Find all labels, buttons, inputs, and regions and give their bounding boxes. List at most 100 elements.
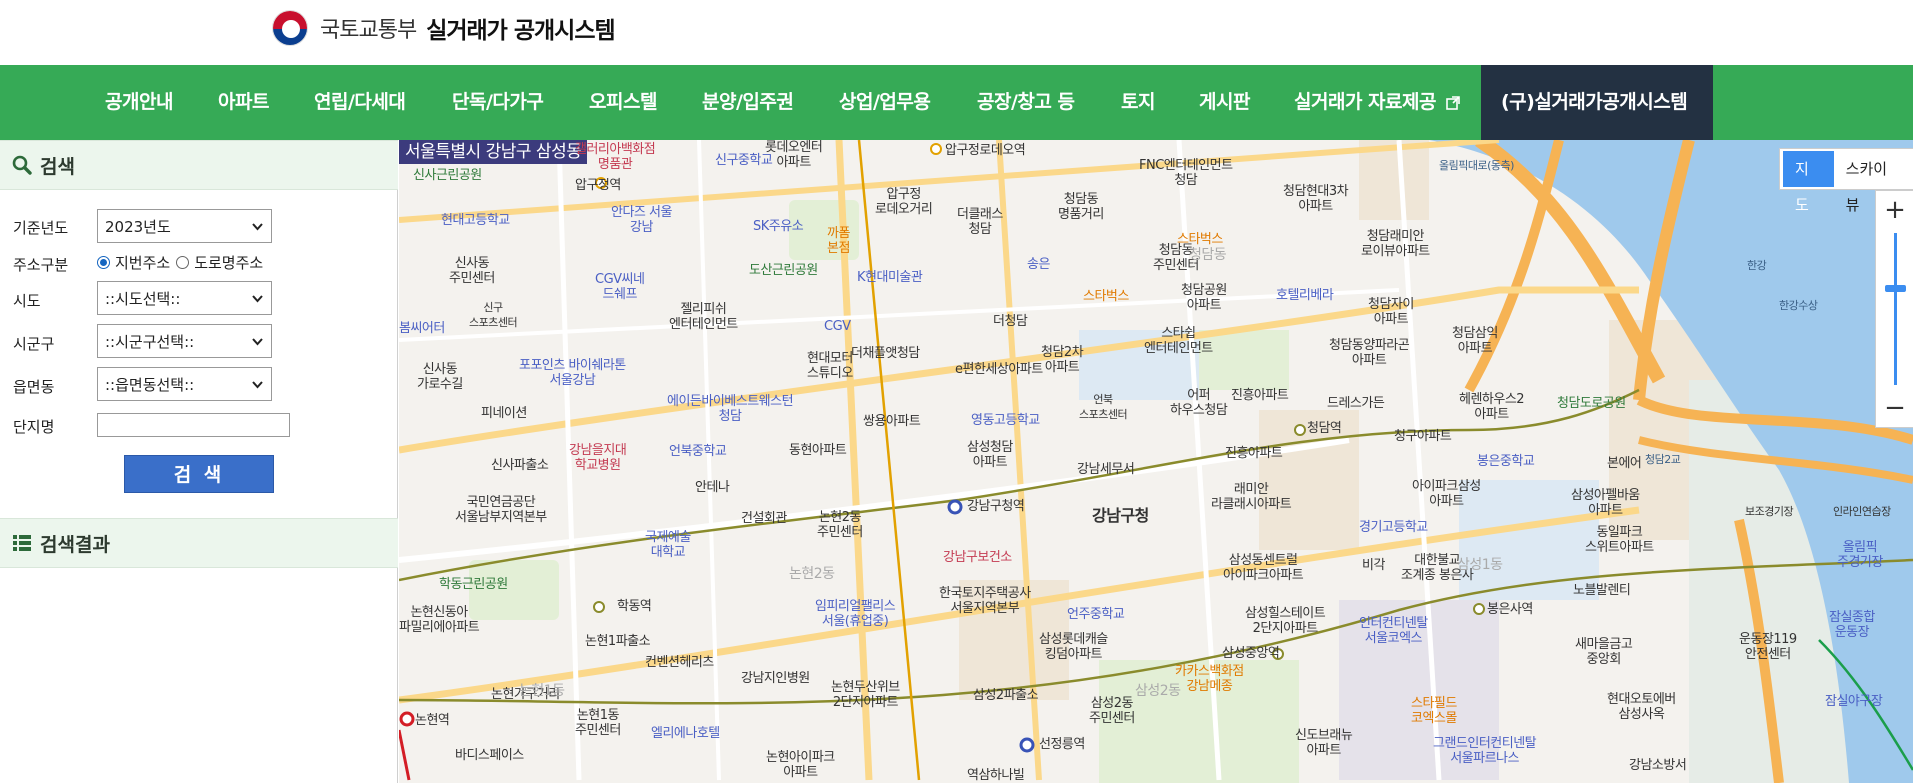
map-label[interactable]: 쌍용아파트 <box>863 414 921 429</box>
map-label[interactable]: 강남지인병원 <box>741 671 810 686</box>
map-label[interactable]: 언북 스포츠센터 <box>1079 392 1128 422</box>
map-label[interactable]: 언북중학교 <box>669 444 727 459</box>
map-label[interactable]: 학동역 <box>617 599 652 614</box>
map-label[interactable]: 청구아파트 <box>1394 429 1452 444</box>
map-label[interactable]: CGV <box>824 319 851 334</box>
map-label[interactable]: 청담2교 <box>1645 452 1681 467</box>
map-label[interactable]: 엘리에나호텔 <box>651 726 720 741</box>
map-label[interactable]: 올림픽 주경기장 <box>1837 540 1883 570</box>
map-label[interactable]: 스타벅스 <box>1083 289 1129 304</box>
map-label[interactable]: 논현1동 <box>519 684 565 699</box>
map-label[interactable]: 국민연금공단 서울남부지역본부 <box>455 495 547 525</box>
map-label[interactable]: 논현2동 주민센터 <box>817 510 863 540</box>
nav-item-presale[interactable]: 분양/입주권 <box>702 65 794 140</box>
map-label[interactable]: 안테나 <box>695 480 730 495</box>
sigungu-select[interactable]: ::시군구선택:: <box>97 324 272 358</box>
emd-select[interactable]: ::읍면동선택:: <box>97 367 272 401</box>
map-label[interactable]: 강남구청 <box>1092 508 1149 524</box>
map-label[interactable]: 영동고등학교 <box>971 413 1040 428</box>
site-logo[interactable]: 국토교통부 실거래가 공개시스템 <box>272 10 616 46</box>
map-label[interactable]: 한강 <box>1747 258 1767 273</box>
zoom-in-button[interactable]: + <box>1876 191 1913 229</box>
map-label[interactable]: 임피리얼팰리스 서울(휴업중) <box>815 599 896 629</box>
map-label[interactable]: 삼성청담 아파트 <box>967 440 1013 470</box>
map-label[interactable]: 삼성2파출소 <box>973 688 1039 703</box>
map-label[interactable]: 피네이션 <box>481 406 527 421</box>
map-label[interactable]: SK주유소 <box>753 219 804 234</box>
map-label[interactable]: 강남구청역 <box>967 499 1025 514</box>
map-label[interactable]: 삼성2동 <box>1135 684 1181 699</box>
zoom-slider-handle[interactable] <box>1885 285 1906 292</box>
nav-item-data-provision[interactable]: 실거래가 자료제공 <box>1294 65 1461 140</box>
map-label[interactable]: 인라인연습장 <box>1833 504 1891 519</box>
map-label[interactable]: 건설회관 <box>741 511 787 526</box>
map-label[interactable]: 스타필드 코엑스몰 <box>1411 696 1457 726</box>
map-label[interactable]: CGV씨네 드쉐프 <box>595 272 645 302</box>
zoom-track[interactable] <box>1894 233 1897 385</box>
nav-item-rowhouse[interactable]: 연립/다세대 <box>314 65 406 140</box>
map-label[interactable]: 선정릉역 <box>1039 737 1085 752</box>
map-label[interactable]: 논현2동 <box>789 567 835 582</box>
map-label[interactable]: 삼성1동 <box>1457 558 1503 573</box>
map-label[interactable]: 논현신동아 파밀리에아파트 <box>399 605 480 635</box>
map-label[interactable]: 논현1파출소 <box>585 634 651 649</box>
map-label[interactable]: 드레스가든 <box>1327 396 1385 411</box>
map-label[interactable]: 논현두산위브 2단지아파트 <box>831 680 900 710</box>
map-label[interactable]: 경기고등학교 <box>1359 520 1428 535</box>
map-label[interactable]: 동현아파트 <box>789 443 847 458</box>
map-label[interactable]: 논현역 <box>415 713 450 728</box>
map-label[interactable]: 운동장119 안전센터 <box>1739 632 1797 662</box>
map-label[interactable]: 신구 스포츠센터 <box>469 300 518 330</box>
map-label[interactable]: 신사동 주민센터 <box>449 256 495 286</box>
search-button[interactable]: 검 색 <box>124 455 274 493</box>
nav-item-old-system[interactable]: (구)실거래가공개시스템 <box>1481 65 1713 140</box>
map-label[interactable]: 신구중학교 <box>715 153 773 168</box>
map-label[interactable]: 잠실종합 운동장 <box>1829 610 1875 640</box>
map-label[interactable]: 비각 <box>1362 558 1385 573</box>
nav-item-factory[interactable]: 공장/창고 등 <box>977 65 1075 140</box>
map-label[interactable]: 삼성동센트럴 아이파크아파트 <box>1223 553 1304 583</box>
map-label[interactable]: 역삼하나빌 <box>967 768 1025 783</box>
map-label[interactable]: 갤러리아백화점 명품관 <box>575 142 656 172</box>
map-label[interactable]: 아이파크삼성 아파트 <box>1412 479 1481 509</box>
map-label[interactable]: 현대고등학교 <box>441 213 510 228</box>
map-label[interactable]: 청담삼익 아파트 <box>1452 326 1498 356</box>
complex-name-input[interactable] <box>97 413 290 437</box>
map-label[interactable]: 청담래미안 로이뷰아파트 <box>1361 229 1430 259</box>
map-label[interactable]: 더청담 <box>993 314 1028 329</box>
nav-item-board[interactable]: 게시판 <box>1199 65 1250 140</box>
map-label[interactable]: 젤리피쉬 엔터테인먼트 <box>669 302 738 332</box>
map-label[interactable]: 청담공원 아파트 <box>1181 283 1227 313</box>
radio-lot-address[interactable] <box>97 256 110 269</box>
radio-road-address[interactable] <box>176 256 190 269</box>
map-label[interactable]: 진흥아파트 <box>1231 388 1289 403</box>
map-label[interactable]: 헤렌하우스2 아파트 <box>1459 392 1525 422</box>
map-label[interactable]: 새마을금고 중앙회 <box>1575 637 1633 667</box>
map-label[interactable]: 송은 <box>1027 257 1050 272</box>
map-label[interactable]: 신사근린공원 <box>413 168 482 183</box>
map-type-map-button[interactable]: 지도 <box>1783 151 1834 214</box>
map-label[interactable]: 청담도로공원 <box>1557 396 1626 411</box>
map-label[interactable]: 봉은중학교 <box>1477 454 1535 469</box>
map-label[interactable]: 보조경기장 <box>1745 504 1794 519</box>
map-label[interactable]: 청담동 <box>1189 248 1227 263</box>
map-label[interactable]: 언주중학교 <box>1067 607 1125 622</box>
map-label[interactable]: 삼성힐스테이트 2단지아파트 <box>1245 606 1326 636</box>
map-label[interactable]: 봄씨어터 <box>399 321 445 336</box>
map-label[interactable]: 청담역 <box>1307 421 1342 436</box>
map-label[interactable]: 어퍼 하우스청담 <box>1170 388 1228 418</box>
map-label[interactable]: 청담자이 아파트 <box>1368 297 1414 327</box>
map-label[interactable]: 동일파크 스위트아파트 <box>1585 525 1654 555</box>
map-label[interactable]: e편한세상아파트 <box>955 362 1043 377</box>
map-label[interactable]: 포포인츠 바이쉐라톤 서울강남 <box>519 358 626 388</box>
map-label[interactable]: 신사동 가로수길 <box>417 362 463 392</box>
map-label[interactable]: 청담현대3차 아파트 <box>1283 184 1349 214</box>
map-label[interactable]: 삼성2동 주민센터 <box>1089 696 1135 726</box>
map-label[interactable]: 학동근린공원 <box>439 577 508 592</box>
map-label[interactable]: 청담2차 아파트 <box>1041 345 1084 375</box>
nav-item-apartment[interactable]: 아파트 <box>218 65 269 140</box>
map-label[interactable]: 도산근린공원 <box>749 263 818 278</box>
map-label[interactable]: 진흥아파트 <box>1225 446 1283 461</box>
map-label[interactable]: K현대미술관 <box>857 270 923 285</box>
nav-item-detached[interactable]: 단독/다가구 <box>452 65 544 140</box>
